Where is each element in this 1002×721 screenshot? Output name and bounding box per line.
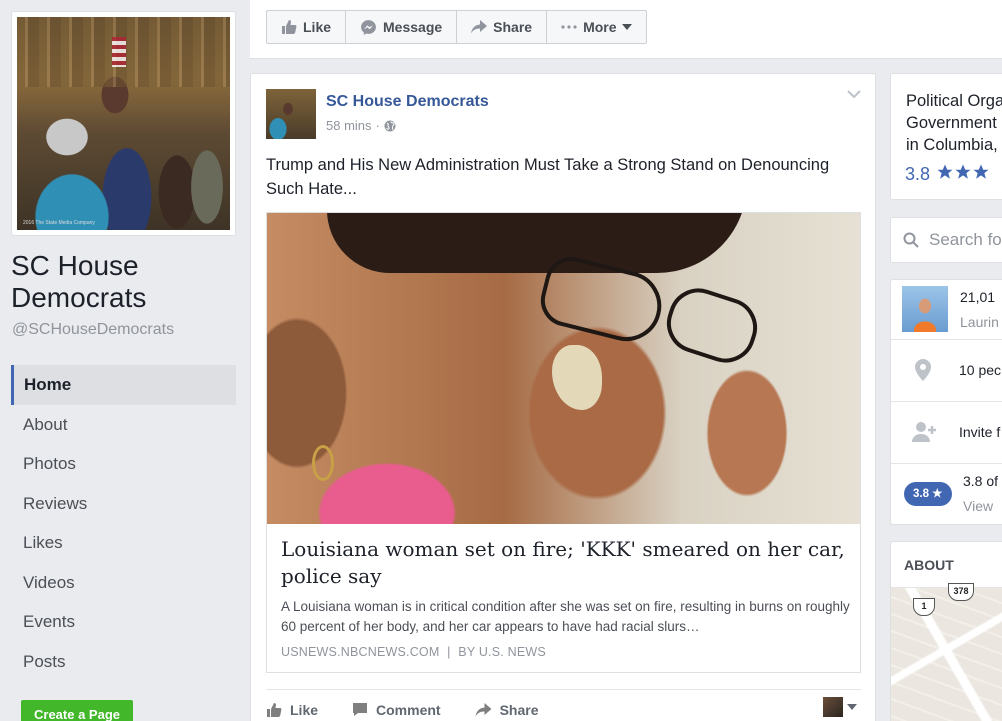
commenter-avatar [823, 697, 843, 717]
meta-separator: · [375, 118, 380, 133]
search-input[interactable]: Search fo [929, 230, 1002, 250]
more-label: More [583, 19, 617, 35]
share-page-button[interactable]: Share [457, 11, 548, 43]
about-card: ABOUT 1 378 [890, 541, 1002, 721]
star-icon [955, 164, 971, 179]
rating-badge: 3.8 ★ [904, 482, 952, 506]
ellipsis-icon [561, 25, 577, 29]
like-page-label: Like [303, 19, 332, 35]
page-search-box[interactable]: Search fo [890, 217, 1002, 263]
route-shield: 1 [913, 598, 935, 616]
star-icon [937, 164, 953, 179]
create-page-button[interactable]: Create a Page [21, 700, 133, 721]
rating-summary: 3.8 of [963, 473, 999, 489]
globe-icon [384, 120, 396, 131]
post-comment-button[interactable]: Comment [352, 702, 441, 718]
post-author-name[interactable]: SC House Democrats [326, 93, 489, 111]
post-share-button[interactable]: Share [475, 702, 539, 718]
comment-icon [353, 703, 368, 716]
search-icon [903, 232, 919, 248]
link-source: USNEWS.NBCNEWS.COM | BY U.S. NEWS [281, 645, 546, 659]
nav-item-events[interactable]: Events [11, 602, 236, 642]
invite-row[interactable]: Invite f [891, 402, 1002, 464]
action-button-group: Like Message Share More [266, 10, 647, 44]
post-like-label: Like [290, 701, 319, 718]
photo-credit: 2016 The State Media Company [23, 220, 95, 226]
thumbs-up-icon [282, 20, 297, 34]
page-action-bar: Like Message Share More [250, 0, 1002, 59]
caret-down-icon [621, 24, 632, 30]
nav-item-photos[interactable]: Photos [11, 444, 236, 484]
link-domain: USNEWS.NBCNEWS.COM [281, 645, 440, 659]
link-title[interactable]: Louisiana woman set on fire; 'KKK' smear… [281, 536, 846, 590]
likes-row[interactable]: 21,01 Laurin [891, 280, 1002, 340]
post-meta: 58 mins · [326, 118, 396, 133]
share-page-label: Share [493, 19, 533, 35]
category-line[interactable]: Political Orga [906, 90, 1002, 112]
nav-item-reviews[interactable]: Reviews [11, 484, 236, 524]
nav-item-posts[interactable]: Posts [11, 642, 236, 682]
view-reviews-link[interactable]: View [963, 498, 993, 514]
page-stats-card: 21,01 Laurin 10 pec Invite f 3.8 ★ 3.8 o… [890, 279, 1002, 525]
likes-count: 21,01 [960, 289, 996, 305]
post-comment-label: Comment [376, 701, 441, 718]
post-options-chevron-icon[interactable] [847, 90, 861, 99]
location-map[interactable]: 1 378 [891, 583, 1002, 721]
add-friend-icon [912, 422, 936, 442]
profile-photo[interactable]: 2016 The State Media Company [17, 17, 230, 230]
messenger-icon [361, 19, 376, 35]
post-timestamp[interactable]: 58 mins [326, 118, 372, 133]
message-button[interactable]: Message [346, 11, 458, 43]
left-column: 2016 The State Media Company SC House De… [0, 0, 250, 721]
page-rating[interactable]: 3.8 [905, 163, 990, 186]
post-text: Trump and His New Administration Must Ta… [266, 156, 830, 198]
link-preview-image[interactable] [267, 213, 860, 524]
page-nav: Home About Photos Reviews Likes Videos E… [11, 365, 236, 681]
photo-flag [112, 37, 126, 67]
post-like-button[interactable]: Like [266, 702, 318, 718]
location-pin-icon [915, 359, 931, 381]
star-icon [973, 164, 989, 179]
nav-item-videos[interactable]: Videos [11, 563, 236, 603]
more-button[interactable]: More [547, 11, 645, 43]
invite-text: Invite f [959, 424, 1001, 440]
rating-stars [936, 163, 990, 186]
about-header[interactable]: ABOUT [904, 557, 954, 573]
caret-down-icon [847, 704, 857, 710]
friend-avatar[interactable] [902, 286, 948, 332]
checkins-text: 10 pec [959, 362, 1002, 378]
nav-item-about[interactable]: About [11, 405, 236, 445]
share-arrow-icon [475, 702, 492, 716]
comment-as-selector[interactable] [823, 697, 857, 717]
nav-item-likes[interactable]: Likes [11, 523, 236, 563]
checkins-row[interactable]: 10 pec [891, 340, 1002, 402]
link-description: A Louisiana woman is in critical conditi… [281, 599, 850, 634]
link-byline: BY U.S. NEWS [458, 645, 546, 659]
nav-item-home[interactable]: Home [11, 365, 236, 405]
likes-friend-name[interactable]: Laurin [960, 314, 999, 330]
thumbs-up-icon [267, 702, 282, 717]
route-shield: 378 [948, 583, 974, 601]
message-label: Message [383, 19, 443, 35]
link-preview[interactable]: Louisiana woman set on fire; 'KKK' smear… [266, 212, 861, 673]
post-action-bar: Like Comment Share [266, 689, 861, 721]
share-arrow-icon [471, 20, 488, 34]
page-name: SC House Democrats [11, 250, 147, 313]
post-card: SC House Democrats 58 mins · Trump and H… [250, 73, 876, 721]
source-separator: | [447, 645, 451, 659]
rating-value: 3.8 [905, 164, 931, 184]
post-author-avatar[interactable] [266, 89, 316, 139]
post-share-label: Share [499, 701, 539, 718]
profile-picture[interactable]: 2016 The State Media Company [11, 11, 236, 236]
page-handle[interactable]: @SCHouseDemocrats [12, 321, 174, 339]
like-page-button[interactable]: Like [267, 11, 347, 43]
page-category: Political Orga Government in Columbia, [906, 90, 1002, 156]
category-line: in Columbia, [906, 136, 998, 154]
category-line[interactable]: Government [906, 112, 1002, 134]
